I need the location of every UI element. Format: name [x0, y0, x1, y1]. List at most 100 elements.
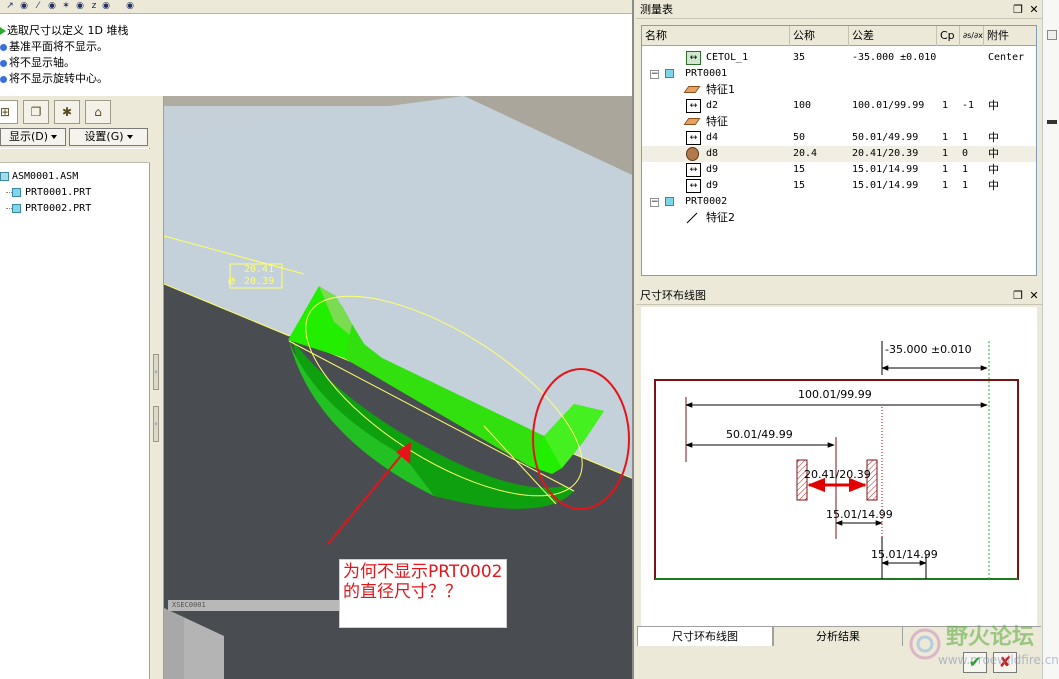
measure-table-row[interactable]: 特征: [642, 114, 1036, 130]
close-icon[interactable]: ✕: [1028, 290, 1040, 302]
scroll-marker: [1047, 120, 1057, 124]
dim-upper-value: 20.41: [244, 264, 275, 275]
settings-menu-label: 设置(G): [84, 130, 124, 143]
message-line: 将不显示旋转中心。: [0, 71, 108, 87]
column-attachment[interactable]: 附件: [984, 26, 1036, 46]
measure-table-row[interactable]: ↔ d4 50 50.01/49.99 1 1 中: [642, 130, 1036, 146]
column-nominal[interactable]: 公称: [790, 26, 849, 46]
tab-favorites[interactable]: ✱: [54, 100, 80, 124]
part-icon: [12, 187, 21, 197]
loop-diagram: -35.000 ±0.010 100.01/99.99 50.01/49.99 …: [641, 307, 1037, 627]
right-panel: 测量表 ❐ ✕ 名称 公称 公差 Cp ∂s/∂x 附件 ↔ CETOL_1 35 -…: [632, 0, 1042, 679]
settings-menu-button[interactable]: 设置(G): [69, 128, 148, 146]
measure-table-row[interactable]: ↔ d9 15 15.01/14.99 1 1 中: [642, 178, 1036, 194]
top-toolbar: ↗ ◉ ⁄ ◉ ✶ ◉ z ◉ ◉: [0, 0, 632, 14]
bottom-tabs: 尺寸环布线图 分析结果: [637, 626, 1041, 647]
dimension-icon: ↔: [686, 131, 701, 145]
row-name: 特征2: [706, 211, 735, 224]
annotation-note: 为何不显示PRT0002的直径尺寸？？: [339, 559, 507, 628]
row-attachment: 中: [988, 147, 999, 160]
ok-button[interactable]: ✔: [963, 652, 987, 673]
view-toggle-icon[interactable]: ↗: [4, 1, 16, 12]
row-name: d2: [706, 100, 719, 111]
row-name: d9: [706, 180, 719, 191]
collapse-toggle-icon[interactable]: −: [650, 198, 659, 207]
row-sensitivity: 1: [962, 180, 969, 191]
restore-icon[interactable]: ❐: [1012, 4, 1024, 16]
part-icon: [665, 197, 674, 206]
message-area: 选取尺寸以定义 1D 堆栈 基准平面将不显示。 将不显示轴。 将不显示旋转中心。: [0, 16, 632, 96]
panel-splitter[interactable]: ‹ ›: [150, 96, 164, 679]
message-text: 基准平面将不显示。: [9, 40, 108, 53]
datum-plane-toggle-icon[interactable]: ◉: [18, 1, 30, 12]
measure-table: 名称 公称 公差 Cp ∂s/∂x 附件 ↔ CETOL_1 35 -35.000 ±…: [641, 25, 1037, 276]
csys-toggle-icon[interactable]: ✶: [60, 1, 72, 12]
tree-column-header: [0, 149, 150, 163]
dimension-icon: ↔: [686, 99, 701, 113]
collapse-toggle-icon[interactable]: −: [650, 70, 659, 79]
dimension-icon: ↔: [686, 163, 701, 177]
scroll-marker: [1047, 30, 1057, 40]
row-tolerance: -35.000 ±0.010: [852, 52, 937, 63]
row-cp: 1: [942, 164, 949, 175]
row-nominal: 15: [793, 164, 806, 175]
message-text: 将不显示轴。: [9, 56, 75, 69]
tab-connections[interactable]: ⌂: [85, 100, 111, 124]
measure-table-row[interactable]: ↔ d2 100 100.01/99.99 1 -1 中: [642, 98, 1036, 114]
message-line: 将不显示轴。: [0, 55, 75, 71]
tree-node-label: PRT0002.PRT: [25, 203, 92, 214]
measure-table-row[interactable]: − PRT0001: [642, 66, 1036, 82]
row-cp: 1: [942, 132, 949, 143]
row-nominal: 50: [793, 132, 806, 143]
row-nominal: 15: [793, 180, 806, 191]
column-name[interactable]: 名称: [642, 26, 790, 46]
tree-node-prt0002[interactable]: PRT0002.PRT: [6, 201, 91, 217]
chevron-down-icon: [126, 135, 133, 139]
tree-node-label: ASM0001.ASM: [12, 171, 79, 182]
tree-node-asm[interactable]: ASM0001.ASM: [0, 169, 78, 185]
close-icon[interactable]: ✕: [1028, 4, 1040, 16]
measure-table-row[interactable]: ↔ d9 15 15.01/14.99 1 1 中: [642, 162, 1036, 178]
tab-folder-browser[interactable]: ❐: [23, 100, 49, 124]
annotation-toggle-icon[interactable]: z: [88, 1, 100, 12]
point-toggle-icon[interactable]: ◉: [46, 1, 58, 12]
tab-loop-diagram[interactable]: 尺寸环布线图: [637, 627, 773, 647]
restore-icon[interactable]: ❐: [1012, 290, 1024, 302]
d8-dim-label: 20.41/20.39: [804, 468, 871, 481]
row-tolerance: 50.01/49.99: [852, 132, 919, 143]
row-tolerance: 15.01/14.99: [852, 164, 919, 175]
measure-table-row[interactable]: 特征2: [642, 210, 1036, 226]
d9b-dim-label: 15.01/14.99: [871, 548, 938, 561]
column-sensitivity[interactable]: ∂s/∂x: [960, 26, 984, 46]
measure-table-row[interactable]: 特征1: [642, 82, 1036, 98]
row-name: PRT0002: [685, 196, 728, 207]
display-toggle-icon[interactable]: ◉: [100, 1, 112, 12]
spin-center-toggle-icon[interactable]: ◉: [74, 1, 86, 12]
measure-table-row[interactable]: d8 20.4 20.41/20.39 1 0 中: [642, 146, 1036, 162]
measure-table-row[interactable]: − PRT0002: [642, 194, 1036, 210]
show-menu-label: 显示(D): [8, 130, 49, 143]
measure-table-row[interactable]: ↔ CETOL_1 35 -35.000 ±0.010 Center: [642, 50, 1036, 66]
column-tolerance[interactable]: 公差: [849, 26, 937, 46]
chevron-down-icon: [51, 135, 58, 139]
cancel-button[interactable]: ✘: [993, 652, 1017, 673]
tree-node-prt0001[interactable]: PRT0001.PRT: [6, 185, 91, 201]
row-tolerance: 15.01/14.99: [852, 180, 919, 191]
row-name: 特征: [706, 115, 728, 128]
axis-toggle-icon[interactable]: ⁄: [32, 1, 44, 12]
tab-analysis-results[interactable]: 分析结果: [773, 627, 903, 647]
expand-grip-icon[interactable]: ›: [153, 406, 159, 442]
loop-diagram-title: 尺寸环布线图: [640, 289, 706, 302]
loop-diagram-canvas: -35.000 ±0.010 100.01/99.99 50.01/49.99 …: [654, 341, 1019, 580]
message-text: 选取尺寸以定义 1D 堆栈: [7, 24, 129, 37]
eye-icon[interactable]: ◉: [124, 1, 136, 12]
xsection-label-text: XSEC0001: [172, 601, 206, 609]
collapse-grip-icon[interactable]: ‹: [153, 354, 159, 390]
tab-model-tree[interactable]: ⊞: [0, 100, 18, 124]
model-tree-panel: ⊞ ❐ ✱ ⌂ 显示(D) 设置(G) ASM0001.ASM PRT0001.…: [0, 96, 150, 679]
show-menu-button[interactable]: 显示(D): [0, 128, 66, 146]
assembly-icon: [0, 171, 9, 181]
row-cp: 1: [942, 180, 949, 191]
column-cp[interactable]: Cp: [937, 26, 960, 46]
row-sensitivity: 1: [962, 132, 969, 143]
